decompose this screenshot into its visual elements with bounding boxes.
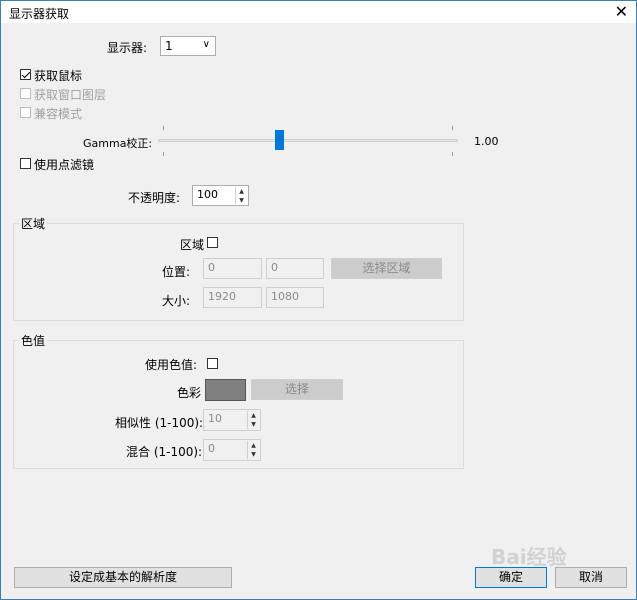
size-width-value: 1920: [208, 290, 236, 303]
compat-mode-checkbox[interactable]: [20, 107, 31, 118]
similarity-spinbox[interactable]: 10 ▲ ▼: [203, 409, 261, 431]
blend-spinbox[interactable]: 0 ▲ ▼: [203, 439, 261, 461]
region-size-label: 大小:: [162, 294, 191, 308]
slider-tick: [163, 126, 164, 130]
capture-mouse-checkbox[interactable]: [20, 69, 31, 80]
position-x-value: 0: [208, 261, 215, 274]
window-title: 显示器获取: [9, 7, 70, 21]
region-checkbox[interactable]: [207, 237, 218, 248]
size-width-field[interactable]: 1920: [203, 287, 262, 308]
similarity-label: 相似性 (1-100):: [115, 416, 204, 430]
spin-up-icon[interactable]: ▲: [248, 441, 259, 450]
gamma-label: Gamma校正:: [83, 137, 153, 150]
opacity-spinbox[interactable]: 100 ▲ ▼: [192, 185, 249, 206]
select-region-button[interactable]: 选择区域: [331, 258, 442, 279]
similarity-spinner[interactable]: ▲ ▼: [247, 411, 259, 429]
spin-down-icon[interactable]: ▼: [236, 196, 247, 205]
region-group-label: 区域: [19, 215, 48, 232]
spin-down-icon[interactable]: ▼: [248, 420, 259, 429]
position-y-field[interactable]: 0: [266, 258, 324, 279]
color-label: 色彩: [177, 386, 202, 400]
monitor-select[interactable]: 1 ∨: [160, 36, 216, 56]
spin-up-icon[interactable]: ▲: [248, 411, 259, 420]
size-height-value: 1080: [271, 290, 299, 303]
use-color-key-label: 使用色值:: [145, 358, 198, 372]
opacity-spinner[interactable]: ▲ ▼: [235, 187, 247, 204]
select-color-button[interactable]: 选择: [251, 379, 343, 400]
similarity-value: 10: [208, 412, 222, 425]
gamma-slider-track: [158, 139, 458, 142]
watermark: Bai经验: [491, 545, 567, 569]
position-y-value: 0: [271, 261, 278, 274]
size-height-field[interactable]: 1080: [266, 287, 324, 308]
gamma-slider-thumb[interactable]: [275, 130, 284, 150]
use-color-key-checkbox[interactable]: [207, 358, 218, 369]
chevron-down-icon: ∨: [202, 39, 210, 50]
compat-mode-label: 兼容模式: [34, 107, 83, 121]
color-key-group-label: 色值: [19, 332, 48, 349]
ok-button[interactable]: 确定: [475, 567, 547, 588]
title-bar: 显示器获取 ✕: [1, 1, 636, 23]
slider-tick: [163, 152, 164, 156]
blend-value: 0: [208, 442, 215, 455]
dialog-window: 显示器获取 ✕ 显示器: 1 ∨ 获取鼠标 获取窗口图层 兼容模式 Gamma校…: [0, 0, 637, 600]
spin-down-icon[interactable]: ▼: [248, 450, 259, 459]
cancel-button[interactable]: 取消: [555, 567, 627, 588]
opacity-value: 100: [197, 188, 218, 201]
basic-resolution-button[interactable]: 设定成基本的解析度: [14, 567, 232, 588]
close-icon[interactable]: ✕: [615, 2, 628, 21]
point-filter-label: 使用点滤镜: [34, 158, 95, 172]
gamma-slider[interactable]: [158, 126, 458, 156]
monitor-select-value: 1: [165, 39, 173, 53]
capture-layered-label: 获取窗口图层: [34, 88, 107, 102]
spin-up-icon[interactable]: ▲: [236, 187, 247, 196]
point-filter-checkbox[interactable]: [20, 158, 31, 169]
color-swatch[interactable]: [205, 379, 246, 401]
opacity-label: 不透明度:: [128, 191, 181, 205]
region-position-label: 位置:: [162, 265, 191, 279]
capture-layered-checkbox[interactable]: [20, 88, 31, 99]
blend-spinner[interactable]: ▲ ▼: [247, 441, 259, 459]
position-x-field[interactable]: 0: [203, 258, 262, 279]
slider-tick: [452, 152, 453, 156]
region-toggle-label: 区域: [180, 238, 205, 252]
capture-mouse-label: 获取鼠标: [34, 69, 83, 83]
blend-label: 混合 (1-100):: [126, 445, 203, 459]
slider-tick: [452, 126, 453, 130]
monitor-label: 显示器:: [107, 41, 148, 55]
gamma-value: 1.00: [474, 135, 499, 148]
